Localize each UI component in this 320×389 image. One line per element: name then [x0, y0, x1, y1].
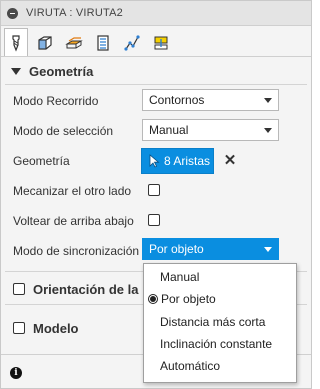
select-modo-seleccion[interactable]: Manual [142, 119, 279, 141]
select-modo-sincronizacion[interactable]: Por objeto [142, 238, 279, 260]
expand-triangle-icon [11, 67, 21, 75]
dropdown-option-por-objeto[interactable]: Por objeto [148, 290, 216, 308]
section-title-geometria: Geometría [29, 63, 94, 79]
geometry-selection-count: 8 Aristas [164, 154, 211, 168]
heights-icon [65, 37, 83, 49]
sync-mode-dropdown-list: Manual Por objeto Distancia más corta In… [143, 263, 297, 383]
checkbox-mecanizar[interactable] [148, 184, 160, 196]
select-modo-sincronizacion-value: Por objeto [149, 242, 204, 256]
cursor-arrow-icon [149, 154, 160, 168]
dropdown-option-automatico[interactable]: Automático [160, 357, 220, 375]
label-modo-seleccion: Modo de selección [13, 124, 114, 138]
checkbox-voltear[interactable] [148, 214, 160, 226]
tab-stock[interactable] [33, 29, 57, 56]
info-icon[interactable]: i [10, 367, 22, 379]
dropdown-option-manual[interactable]: Manual [160, 268, 199, 286]
linking-icon [124, 35, 140, 51]
dialog-titlebar: VIRUTA : VIRUTA2 [1, 1, 311, 26]
passes-icon [97, 35, 109, 51]
collapse-icon[interactable] [7, 7, 18, 19]
chevron-down-icon [264, 98, 272, 103]
chevron-down-icon [264, 247, 272, 252]
checkbox-modelo[interactable] [13, 322, 25, 334]
dropdown-option-inclinacion[interactable]: Inclinación constante [160, 335, 272, 353]
stock-box-icon [38, 36, 52, 50]
section-header-geometria[interactable]: Geometría [1, 58, 311, 84]
section-title-modelo: Modelo [33, 320, 79, 336]
tool-icon [12, 34, 20, 52]
geometry-selection-button[interactable]: 8 Aristas [141, 148, 214, 174]
clear-selection-icon[interactable]: ✕ [223, 152, 237, 169]
select-modo-recorrido-value: Contornos [149, 93, 205, 107]
tab-heights[interactable] [62, 29, 86, 56]
tab-bar [1, 26, 311, 57]
tab-tool[interactable] [4, 28, 28, 56]
label-mecanizar: Mecanizar el otro lado [13, 184, 132, 198]
tab-passes[interactable] [91, 29, 115, 56]
tab-shaft[interactable] [149, 29, 173, 56]
selected-radio-icon [148, 294, 158, 304]
chevron-down-icon [264, 128, 272, 133]
checkbox-orientacion[interactable] [13, 283, 25, 295]
select-modo-recorrido[interactable]: Contornos [142, 89, 279, 111]
select-modo-seleccion-value: Manual [149, 123, 189, 137]
dialog-title: VIRUTA : VIRUTA2 [26, 7, 123, 19]
shaft-icon [154, 36, 168, 50]
toolpath-dialog: VIRUTA : VIRUTA2 Geometría Modo Recorrid… [0, 0, 312, 389]
label-geometria: Geometría [13, 154, 70, 168]
tab-linking[interactable] [120, 29, 144, 56]
dropdown-option-distancia[interactable]: Distancia más corta [160, 313, 265, 331]
label-modo-recorrido: Modo Recorrido [13, 94, 99, 108]
dropdown-option-por-objeto-label: Por objeto [161, 292, 216, 306]
label-modo-sincronizacion: Modo de sincronización [13, 244, 140, 258]
label-voltear: Voltear de arriba abajo [13, 214, 134, 228]
section-title-orientacion: Orientación de la he [33, 281, 158, 297]
section-divider [5, 84, 307, 85]
